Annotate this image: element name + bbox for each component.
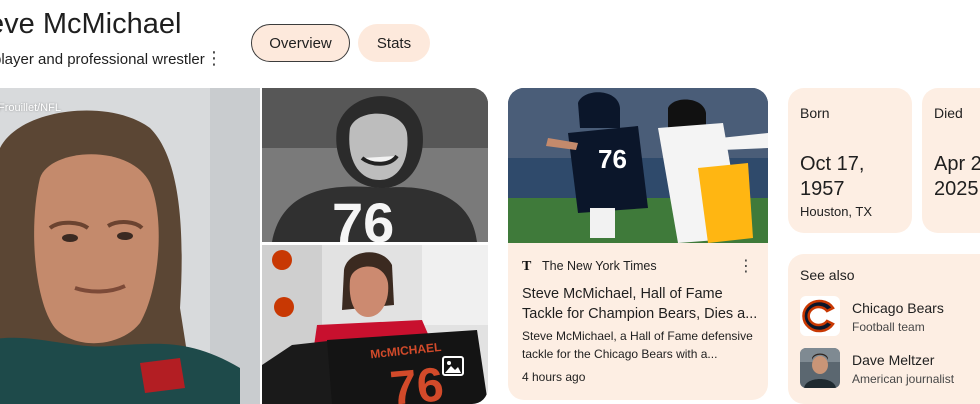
page-title: eve McMichael bbox=[0, 8, 182, 40]
died-label: Died bbox=[934, 105, 963, 121]
see-also-name: Dave Meltzer bbox=[852, 352, 935, 368]
more-vert-icon[interactable]: ⋮ bbox=[205, 47, 223, 69]
born-place: Houston, TX bbox=[800, 204, 873, 219]
bw-jersey-number: 76 bbox=[332, 191, 394, 242]
news-snippet: Steve McMichael, a Hall of Fame defensiv… bbox=[522, 329, 753, 361]
image-icon[interactable] bbox=[441, 355, 465, 377]
born-date: Oct 17, 1957 bbox=[800, 153, 865, 200]
see-also-header: See also bbox=[800, 267, 855, 283]
avatar bbox=[800, 348, 840, 388]
born-label: Born bbox=[800, 105, 830, 121]
tab-overview[interactable]: Overview bbox=[251, 24, 350, 62]
news-card[interactable]: 76 T The New York Times ⋮ Steve McMichae… bbox=[508, 88, 768, 400]
page-subtitle: player and professional wrestler bbox=[0, 51, 205, 68]
nyt-logo-icon: T bbox=[522, 259, 532, 274]
see-also-card: See also Chicago Bears Football team Dav… bbox=[788, 254, 980, 404]
news-source: The New York Times bbox=[542, 259, 657, 273]
photo-credit: Frouillet/NFL bbox=[0, 102, 61, 114]
jersey-number: 76 bbox=[388, 358, 446, 404]
see-also-item-chicago-bears[interactable]: Chicago Bears Football team bbox=[800, 296, 980, 338]
more-vert-icon[interactable]: ⋮ bbox=[736, 256, 756, 276]
tab-stats[interactable]: Stats bbox=[358, 24, 430, 62]
news-time: 4 hours ago bbox=[522, 370, 586, 384]
see-also-desc: Football team bbox=[852, 320, 925, 334]
news-photo: 76 bbox=[508, 88, 768, 243]
born-card[interactable]: Born Oct 17, 1957 Houston, TX bbox=[788, 88, 912, 233]
see-also-item-dave-meltzer[interactable]: Dave Meltzer American journalist bbox=[800, 348, 980, 390]
see-also-desc: American journalist bbox=[852, 372, 955, 386]
died-date: Apr 2 2025 bbox=[934, 153, 980, 200]
see-also-name: Chicago Bears bbox=[852, 300, 944, 316]
bw-photo[interactable]: 76 bbox=[262, 88, 488, 242]
jersey-photo[interactable]: McMICHAEL 76 bbox=[262, 245, 488, 404]
news-headline[interactable]: Steve McMichael, Hall of Fame Tackle for… bbox=[522, 284, 758, 324]
news-jersey-number: 76 bbox=[598, 144, 627, 174]
portrait-image[interactable] bbox=[0, 88, 260, 404]
bears-logo-icon bbox=[800, 296, 840, 336]
died-card[interactable]: Died Apr 2 2025 bbox=[922, 88, 980, 233]
